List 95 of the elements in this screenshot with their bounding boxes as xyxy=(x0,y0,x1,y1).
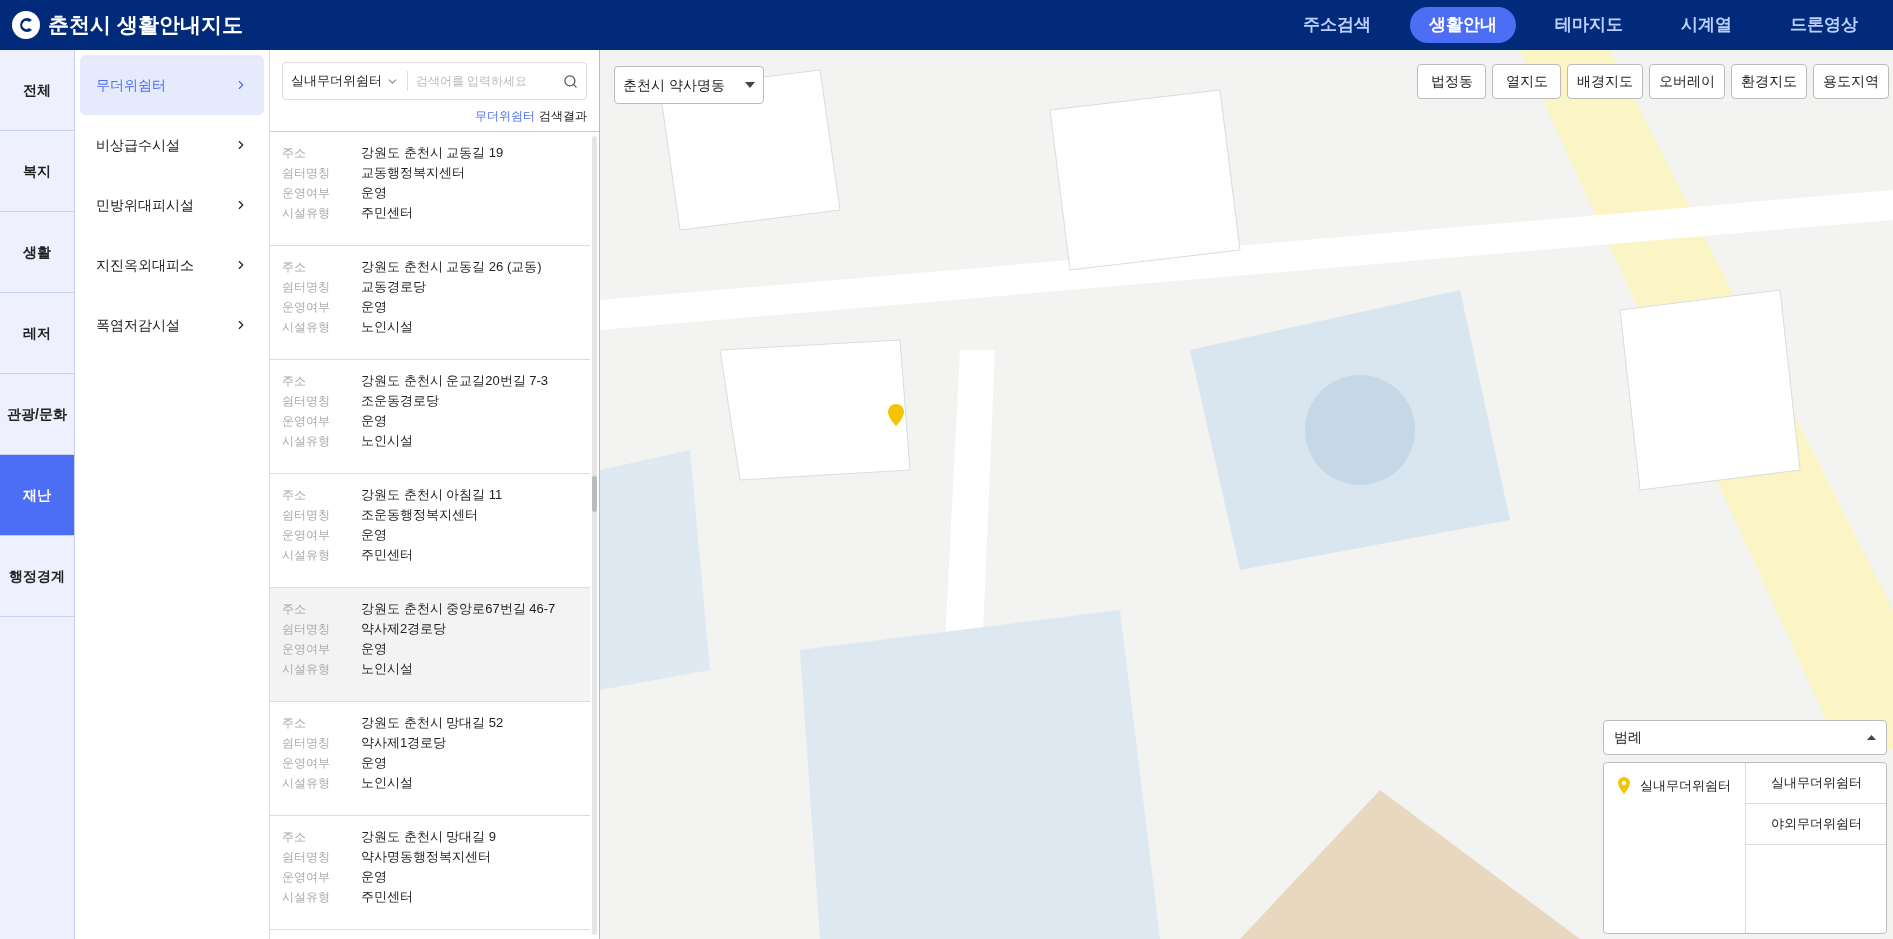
field-label: 운영여부 xyxy=(282,755,331,772)
field-value: 운영 xyxy=(361,412,387,431)
field-label: 쉼터명칭 xyxy=(282,507,331,524)
field-value: 강원도 춘천시 망대길 52 xyxy=(361,714,504,733)
category-tab[interactable]: 행정경계 xyxy=(0,536,74,617)
logo-icon xyxy=(12,11,40,39)
field-value: 강원도 춘천시 교동길 19 xyxy=(361,144,504,163)
legend-header[interactable]: 범례 xyxy=(1603,720,1887,755)
field-label: 시설유형 xyxy=(282,547,331,564)
field-value: 노인시설 xyxy=(361,774,413,793)
field-label: 시설유형 xyxy=(282,205,331,222)
field-value: 강원도 춘천시 교동길 26 (교동) xyxy=(361,258,542,277)
field-value: 주민센터 xyxy=(361,204,413,223)
field-label: 쉼터명칭 xyxy=(282,165,331,182)
nav-tab[interactable]: 테마지도 xyxy=(1536,7,1642,43)
field-value: 조운동행정복지센터 xyxy=(361,506,478,525)
field-value: 노인시설 xyxy=(361,660,413,679)
field-label: 운영여부 xyxy=(282,413,331,430)
field-label: 시설유형 xyxy=(282,889,331,906)
layer-button[interactable]: 배경지도 xyxy=(1567,64,1643,99)
layer-button[interactable]: 열지도 xyxy=(1492,64,1561,99)
field-label: 운영여부 xyxy=(282,869,331,886)
field-value: 약사제1경로당 xyxy=(361,734,447,753)
field-value: 노인시설 xyxy=(361,432,413,451)
field-label: 쉼터명칭 xyxy=(282,621,331,638)
field-value: 약사제2경로당 xyxy=(361,620,447,639)
category-tab[interactable]: 생활 xyxy=(0,212,74,293)
caret-up-icon xyxy=(1867,735,1876,740)
field-value: 교동행정복지센터 xyxy=(361,164,465,183)
subcategory-item[interactable]: 폭염저감시설 xyxy=(80,295,264,355)
field-label: 주소 xyxy=(282,487,307,504)
field-label: 시설유형 xyxy=(282,775,331,792)
layer-button[interactable]: 용도지역 xyxy=(1813,64,1889,99)
layer-button[interactable]: 오버레이 xyxy=(1649,64,1725,99)
field-label: 운영여부 xyxy=(282,299,331,316)
filter-dropdown[interactable]: 실내무더위쉼터 xyxy=(283,71,408,91)
field-label: 주소 xyxy=(282,829,307,846)
field-value: 주민센터 xyxy=(361,888,413,907)
nav-tab[interactable]: 주소검색 xyxy=(1284,7,1390,43)
region-dropdown[interactable]: 춘천시 약사명동 xyxy=(614,66,764,104)
result-keyword: 무더위쉼터 xyxy=(475,108,535,125)
field-value: 약사명동행정복지센터 xyxy=(361,848,491,867)
search-icon xyxy=(563,73,578,89)
field-label: 운영여부 xyxy=(282,185,331,202)
field-value: 강원도 춘천시 운교길20번길 7-3 xyxy=(361,372,549,391)
field-label: 쉼터명칭 xyxy=(282,393,331,410)
field-value: 운영 xyxy=(361,184,387,203)
layer-button[interactable]: 환경지도 xyxy=(1731,64,1807,99)
scrollbar[interactable] xyxy=(592,136,597,935)
subcategory-item[interactable]: 민방위대피시설 xyxy=(80,175,264,235)
layer-button[interactable]: 법정동 xyxy=(1417,64,1486,99)
field-label: 시설유형 xyxy=(282,433,331,450)
subcategory-item[interactable]: 무더위쉼터 xyxy=(80,55,264,115)
field-label: 주소 xyxy=(282,373,307,390)
field-label: 주소 xyxy=(282,145,307,162)
field-label: 시설유형 xyxy=(282,319,331,336)
field-value: 주민센터 xyxy=(361,546,413,565)
field-label: 주소 xyxy=(282,259,307,276)
subcategory-item[interactable]: 지진옥외대피소 xyxy=(80,235,264,295)
field-label: 운영여부 xyxy=(282,527,331,544)
field-label: 쉼터명칭 xyxy=(282,849,331,866)
nav-tab[interactable]: 드론영상 xyxy=(1771,7,1877,43)
field-label: 주소 xyxy=(282,715,307,732)
field-value: 강원도 춘천시 망대길 9 xyxy=(361,828,497,847)
field-value: 교동경로당 xyxy=(361,278,426,297)
field-value: 조운동경로당 xyxy=(361,392,439,411)
category-tab[interactable]: 전체 xyxy=(0,50,74,131)
field-label: 쉼터명칭 xyxy=(282,279,331,296)
result-card[interactable]: 주소 강원도 춘천시 중앙로67번길 46-7 쉼터명칭 약사제2경로당 운영여부 운영 시설유형 노인시설 xyxy=(270,588,590,702)
field-label: 운영여부 xyxy=(282,641,331,658)
category-tab[interactable]: 레저 xyxy=(0,293,74,374)
field-value: 운영 xyxy=(361,298,387,317)
field-label: 주소 xyxy=(282,601,307,618)
legend-label: 실내무더위쉼터 xyxy=(1640,777,1731,795)
field-value: 운영 xyxy=(361,526,387,545)
search-field[interactable]: 검색어를 입력하세요 xyxy=(408,72,563,90)
field-value: 강원도 춘천시 아침길 11 xyxy=(361,486,503,505)
result-label: 검색결과 xyxy=(539,108,587,125)
caret-down-icon xyxy=(745,82,755,88)
nav-tab[interactable]: 생활안내 xyxy=(1410,7,1516,43)
field-value: 노인시설 xyxy=(361,318,413,337)
nav-tab[interactable]: 시계열 xyxy=(1662,7,1751,43)
field-value: 운영 xyxy=(361,868,387,887)
field-label: 쉼터명칭 xyxy=(282,735,331,752)
legend-option[interactable]: 실내무더위쉼터 xyxy=(1746,763,1886,804)
field-value: 강원도 춘천시 중앙로67번길 46-7 xyxy=(361,600,556,619)
legend-option[interactable]: 야외무더위쉼터 xyxy=(1746,804,1886,845)
app-title: 춘천시 생활안내지도 xyxy=(48,12,243,39)
field-value: 운영 xyxy=(361,640,387,659)
subcategory-item[interactable]: 비상급수시설 xyxy=(80,115,264,175)
category-tab[interactable]: 복지 xyxy=(0,131,74,212)
field-label: 시설유형 xyxy=(282,661,331,678)
category-tab[interactable]: 재난 xyxy=(0,455,74,536)
pin-icon xyxy=(1618,777,1630,795)
field-value: 운영 xyxy=(361,754,387,773)
